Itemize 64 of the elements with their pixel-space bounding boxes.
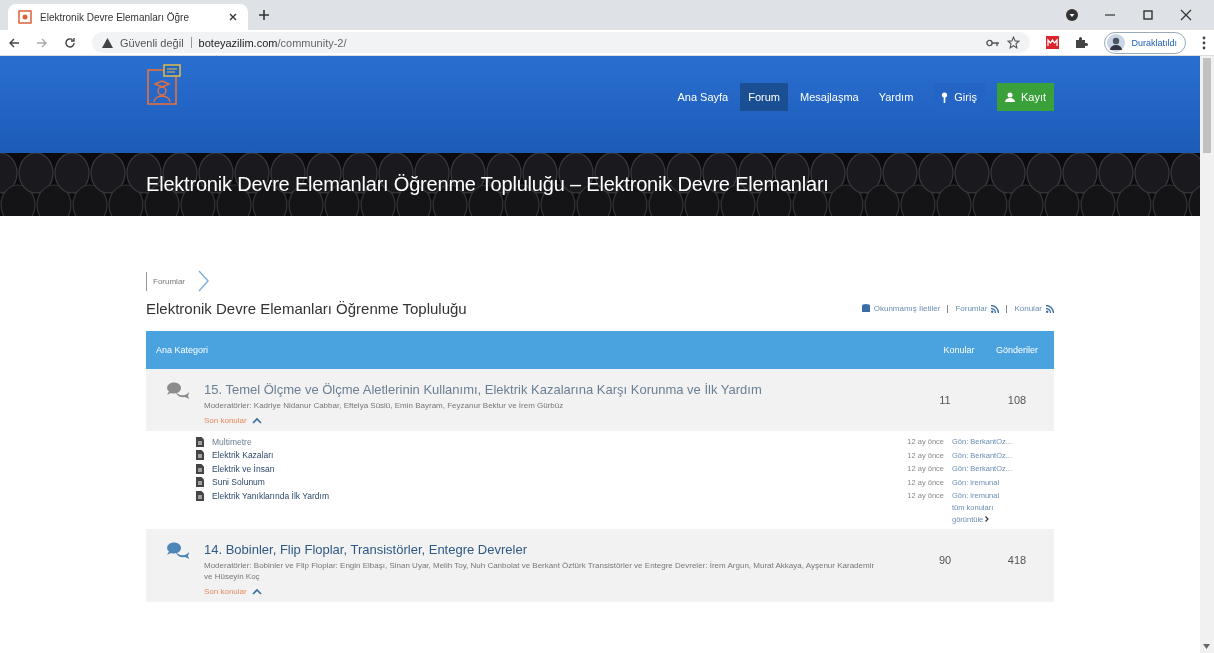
warning-icon	[102, 37, 113, 48]
chat-icon	[166, 542, 190, 561]
topics-count: 11	[938, 394, 952, 406]
close-icon[interactable]	[1180, 9, 1192, 21]
nav-link[interactable]: Forum	[740, 83, 788, 111]
document-icon	[196, 463, 204, 474]
topic-link[interactable]: Elektrik Kazaları	[212, 450, 274, 461]
header-link[interactable]: Okunmamış İletiler	[873, 304, 941, 313]
topic-link[interactable]: Elektrik Yanıklarında İlk Yardım	[212, 490, 329, 501]
rss-icon[interactable]	[1046, 304, 1054, 313]
chat-icon	[166, 382, 190, 400]
close-icon[interactable]	[228, 12, 238, 22]
maximize-icon[interactable]	[1142, 9, 1154, 21]
puzzle-icon[interactable]	[1075, 36, 1089, 49]
column-header: Gönderiler	[995, 345, 1039, 355]
url-text: boteyazilim.com/community-2/	[198, 36, 347, 49]
scrollbar-thumb[interactable]	[1203, 58, 1211, 153]
favicon-icon	[18, 10, 32, 24]
key-icon[interactable]	[986, 38, 1001, 47]
avatar-icon	[1107, 33, 1126, 52]
rss-icon[interactable]	[991, 304, 1000, 313]
new-tab-icon[interactable]	[258, 9, 270, 21]
chevron-right-icon	[985, 516, 990, 523]
document-icon	[196, 477, 204, 488]
breadcrumb-link[interactable]: Forumlar	[146, 271, 191, 291]
back-icon[interactable]	[8, 36, 20, 49]
column-header: Ana Kategori	[156, 345, 210, 355]
reload-icon[interactable]	[64, 36, 76, 49]
moderators-text: Moderatörler: Kadriye Nidanur Cabbar, Eftelya Süslü, Emin Bayram, Feyzanur Bektur ve İrem Gürbüz	[204, 401, 565, 412]
nav-link[interactable]: Ana Sayfa	[669, 83, 737, 111]
register-button[interactable]: Kayıt	[996, 83, 1054, 111]
chevron-icon	[197, 270, 209, 292]
column-header: Konular	[942, 345, 976, 355]
menu-icon[interactable]	[1202, 35, 1206, 50]
topics-count: 90	[937, 554, 953, 567]
star-icon[interactable]	[1007, 36, 1021, 49]
extension-icon[interactable]	[1066, 9, 1078, 21]
posts-count: 418	[1006, 554, 1028, 567]
address-field[interactable]: Güvenli değil boteyazilim.com/community-2/	[92, 32, 1031, 53]
chevron-up-icon	[251, 587, 262, 595]
banner-title: Elektronik Devre Elemanları Öğrenme Topluluğu – Elektronik Devre Elemanları	[146, 173, 829, 196]
posts-count: 108	[1006, 394, 1028, 406]
chevron-up-icon	[251, 416, 262, 424]
nav-link[interactable]: Mesajlaşma	[792, 83, 867, 111]
browser-tab[interactable]: Elektronik Devre Elemanları Öğre	[8, 4, 248, 30]
topic-link[interactable]: Multimetre	[212, 436, 252, 447]
header-link[interactable]: Forumlar	[955, 304, 988, 313]
scroll-down-icon[interactable]	[1203, 644, 1210, 649]
document-icon	[196, 436, 204, 447]
user-icon	[1004, 92, 1015, 102]
document-icon	[196, 490, 204, 501]
page-title: Elektronik Devre Elemanları Öğrenme Topluluğu	[146, 300, 467, 317]
security-label: Güvenli değil	[120, 36, 184, 49]
forum-title-link[interactable]: 14. Bobinler, Flip Floplar, Transistörler, Entegre Devreler	[204, 542, 902, 558]
document-icon	[196, 450, 204, 461]
forum-title-link[interactable]: 15. Temel Ölçme ve Ölçme Aletlerinin Kullanımı, Elektrik Kazalarına Karşı Korunma ve İlk Yardım	[204, 382, 902, 397]
tab-title: Elektronik Devre Elemanları Öğre	[40, 11, 190, 23]
header-link[interactable]: Konular	[1014, 304, 1042, 313]
topic-link[interactable]: Elektrik ve İnsan	[212, 463, 275, 474]
key-icon	[941, 91, 949, 103]
topic-link[interactable]: Suni Solunum	[212, 477, 265, 488]
moderators-text: Moderatörler: Bobinler ve Flip Floplar: Engin Elbaşı, Sinan Uyar, Melih Toy, Nuh Canbolat ve Berkant Öztürk Transistörler ve Entegre Devreler: İrem Argun, Murat Akkaya, Ayşenur Karademir ve Hüseyin Koç	[204, 561, 876, 583]
database-icon	[861, 304, 870, 313]
nav-link[interactable]: Yardım	[870, 83, 922, 111]
